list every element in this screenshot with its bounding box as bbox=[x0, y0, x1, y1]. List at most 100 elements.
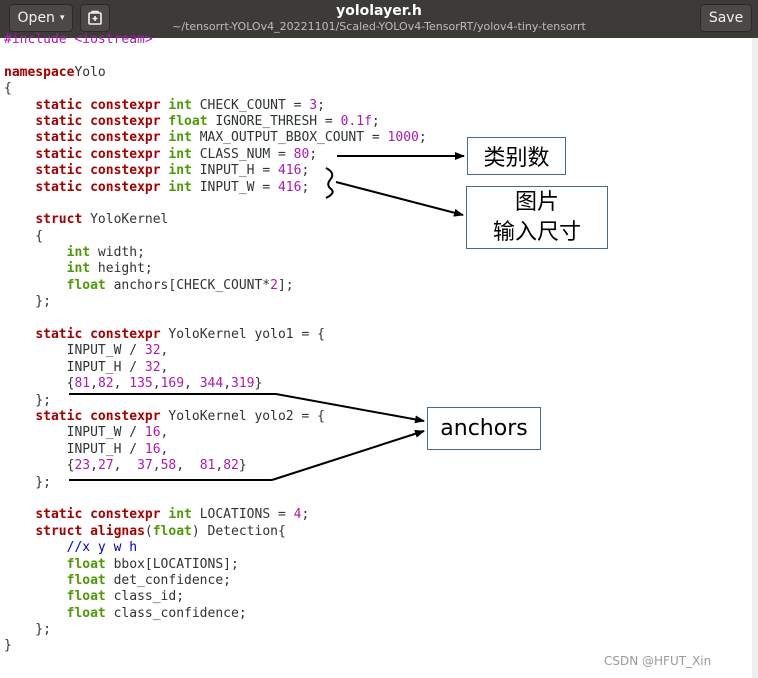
code-token: CLASS_NUM = bbox=[191, 146, 294, 162]
code-token: , bbox=[160, 359, 169, 375]
code-token: constexpr bbox=[90, 507, 161, 523]
code-token: float bbox=[66, 556, 106, 572]
code-token: ( bbox=[144, 523, 153, 539]
code-token: constexpr bbox=[90, 179, 161, 195]
code-token: constexpr bbox=[90, 113, 161, 129]
code-token: , bbox=[184, 376, 200, 392]
code-token: ; bbox=[317, 97, 325, 113]
code-token: 1000 bbox=[387, 130, 419, 146]
code-line: #include <iostream> bbox=[4, 32, 427, 48]
class-count-callout: 类别数 bbox=[467, 137, 566, 175]
code-token: , bbox=[223, 376, 232, 392]
code-token: }; bbox=[4, 294, 51, 310]
code-token: namespace bbox=[4, 64, 75, 80]
code-token: //x y w h bbox=[66, 540, 138, 556]
code-token: static bbox=[35, 327, 83, 343]
code-token: 344 bbox=[199, 376, 224, 392]
code-token: YoloKernel yolo1 = { bbox=[160, 327, 325, 343]
code-line: static constexpr int LOCATIONS = 4; bbox=[4, 507, 427, 523]
code-line: float det_confidence; bbox=[4, 573, 427, 589]
code-token: ; bbox=[371, 113, 380, 129]
code-token: static bbox=[35, 97, 83, 113]
code-token: int bbox=[168, 507, 192, 523]
code-line: int height; bbox=[4, 261, 427, 277]
code-content: #include <iostream> namespaceYolo { stati… bbox=[4, 32, 427, 655]
scrollbar[interactable] bbox=[752, 38, 758, 678]
code-token: 416 bbox=[277, 179, 302, 195]
code-line: struct alignas(float) Detection{ bbox=[4, 524, 427, 540]
code-line: //x y w h bbox=[4, 540, 427, 556]
code-line: float bbox[LOCATIONS]; bbox=[4, 557, 427, 573]
code-token: constexpr bbox=[90, 97, 161, 113]
code-token: float bbox=[152, 523, 192, 539]
code-line: }; bbox=[4, 622, 427, 638]
code-token: { bbox=[4, 228, 44, 244]
code-line: static constexpr int CLASS_NUM = 80; bbox=[4, 147, 427, 163]
code-line: static constexpr int INPUT_W = 416; bbox=[4, 180, 427, 196]
code-token: 37 bbox=[137, 458, 153, 474]
code-token: ; bbox=[301, 179, 310, 195]
code-token: 58 bbox=[160, 458, 177, 474]
code-token: int bbox=[168, 179, 192, 195]
code-token: } bbox=[4, 638, 12, 654]
code-token: #include <iostream> bbox=[4, 32, 153, 47]
code-editor[interactable]: #include <iostream> namespaceYolo { stati… bbox=[0, 32, 752, 678]
code-line: static constexpr YoloKernel yolo1 = { bbox=[4, 327, 427, 343]
code-token: 135 bbox=[129, 376, 153, 392]
code-token: IGNORE_THRESH = bbox=[207, 113, 341, 129]
code-token: } bbox=[238, 458, 247, 474]
code-token: , bbox=[160, 441, 169, 457]
code-token: ; bbox=[418, 130, 427, 146]
code-token: int bbox=[168, 130, 192, 146]
code-token: Yolo bbox=[74, 64, 106, 80]
code-token: static bbox=[35, 113, 83, 129]
code-token: INPUT_W / bbox=[4, 343, 145, 359]
code-token: { bbox=[4, 81, 12, 97]
input-size-callout-line2: 输入尺寸 bbox=[492, 219, 581, 245]
code-token: class_confidence; bbox=[105, 605, 247, 621]
code-token: struct bbox=[35, 212, 83, 228]
code-token: constexpr bbox=[90, 327, 161, 343]
code-token: , bbox=[113, 376, 130, 392]
code-line: static constexpr int MAX_OUTPUT_BBOX_COU… bbox=[4, 130, 427, 146]
code-token: static bbox=[35, 408, 83, 424]
code-token: constexpr bbox=[90, 146, 161, 162]
code-line: }; bbox=[4, 393, 427, 409]
code-token: 2 bbox=[270, 277, 278, 293]
code-token: anchors[CHECK_COUNT* bbox=[105, 277, 271, 293]
code-token: { bbox=[4, 376, 75, 392]
code-token: float bbox=[66, 572, 106, 588]
code-token: , bbox=[160, 343, 169, 359]
code-token: 3 bbox=[309, 97, 318, 113]
code-token: float bbox=[66, 277, 106, 293]
save-button[interactable]: Save bbox=[700, 4, 752, 32]
code-token: int bbox=[168, 146, 192, 162]
watermark: CSDN @HFUT_Xin bbox=[604, 654, 712, 668]
code-token: constexpr bbox=[90, 163, 161, 179]
code-line: INPUT_W / 32, bbox=[4, 343, 427, 359]
code-token: det_confidence; bbox=[105, 572, 231, 588]
code-token: 82 bbox=[97, 376, 114, 392]
code-token: float bbox=[66, 605, 106, 621]
code-token: int bbox=[66, 261, 91, 277]
code-token: INPUT_H = bbox=[191, 163, 278, 179]
code-token: , bbox=[152, 458, 161, 474]
code-token: constexpr bbox=[90, 408, 161, 424]
code-token: static bbox=[35, 146, 83, 162]
